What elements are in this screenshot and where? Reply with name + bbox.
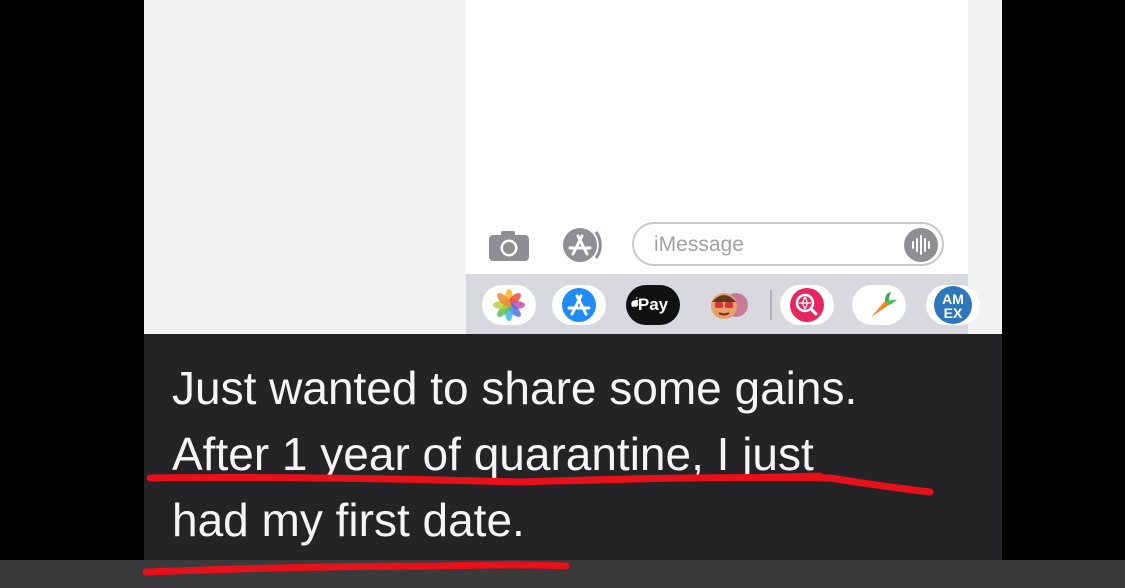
caption-line-2: After 1 year of quarantine, I just <box>172 428 814 480</box>
screenshot-frame: Pay <box>0 0 1125 588</box>
bottom-bar <box>0 560 1125 588</box>
caption-line-3: had my first date. <box>172 494 525 546</box>
apple-pay-label: Pay <box>637 295 669 314</box>
web-search-app-icon[interactable] <box>780 285 834 325</box>
audio-waveform-icon[interactable] <box>904 228 938 262</box>
messages-screenshot: Pay <box>144 0 1002 334</box>
photos-app-icon[interactable] <box>482 285 536 325</box>
imessage-field[interactable] <box>632 222 944 266</box>
message-composer <box>466 218 968 272</box>
app-drawer: Pay AM EX <box>466 274 980 334</box>
app-drawer-divider <box>770 290 772 320</box>
messages-screen: Pay <box>466 0 980 334</box>
app-store-icon[interactable] <box>558 226 606 264</box>
app-store-app-icon[interactable] <box>552 285 606 325</box>
instacart-app-icon[interactable] <box>852 285 906 325</box>
caption-box: Just wanted to share some gains. After 1… <box>144 334 1002 560</box>
amex-app-icon[interactable]: AM EX <box>926 285 980 325</box>
memoji-app-icon[interactable] <box>702 285 756 325</box>
imessage-input[interactable] <box>652 230 896 260</box>
svg-text:EX: EX <box>944 305 963 321</box>
caption-line-1: Just wanted to share some gains. <box>172 362 858 414</box>
apple-pay-app-icon[interactable]: Pay <box>626 285 680 325</box>
camera-icon[interactable] <box>488 230 532 262</box>
